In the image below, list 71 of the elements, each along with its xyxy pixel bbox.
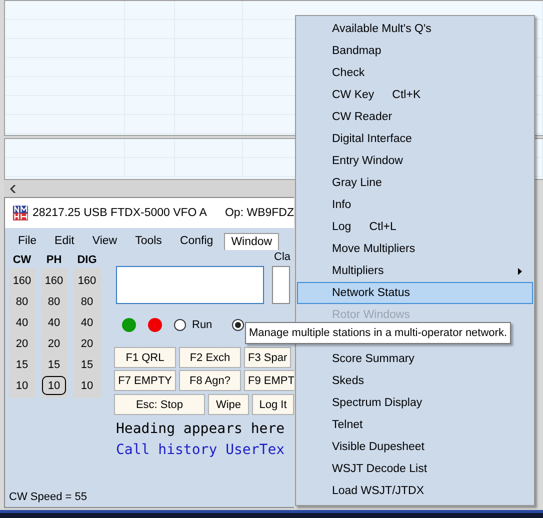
band-button[interactable]: 160 [10,270,34,291]
heading-text: Heading appears here [116,421,286,437]
radio-button[interactable] [174,319,186,331]
menu-item[interactable]: Load WSJT/JTDX [297,480,533,502]
scroll-left-icon[interactable] [10,184,16,192]
menu-item[interactable]: Config [172,232,220,250]
function-key-button[interactable]: Log It [252,394,294,415]
menu-item[interactable]: Network Status [297,282,533,304]
menu-item[interactable]: Multipliers [297,260,533,282]
logo-icon [13,205,28,221]
function-key-button[interactable]: F8 Agn? [179,370,241,391]
menu-item[interactable]: Tools [128,232,169,250]
band-button[interactable]: 80 [75,291,99,312]
band-button[interactable]: 160 [75,270,99,291]
band-button[interactable]: 10 [42,376,66,395]
menu-item[interactable]: Info [297,194,533,216]
band-column-header: DIG [77,254,97,268]
function-key-button[interactable]: F3 Spar [244,347,292,368]
band-button[interactable]: 40 [75,312,99,333]
band-button[interactable]: 80 [10,291,34,312]
band-button[interactable]: 20 [42,333,66,354]
function-key-button[interactable]: Wipe [208,394,249,415]
band-button[interactable]: 40 [10,312,34,333]
menu-item[interactable]: Bandmap [297,40,533,62]
band-button[interactable]: 10 [10,375,34,396]
menu-item[interactable]: Edit [48,232,82,250]
band-button[interactable]: 15 [75,354,99,375]
menu-item[interactable]: CW Key Ctl+K [297,84,533,106]
status-text: CW Speed = 55 [8,491,88,505]
menu-item[interactable]: Gray Line [297,172,533,194]
menu-item[interactable]: Score Summary [297,348,533,370]
radio-label: Run [192,319,212,331]
band-column-header: CW [12,254,32,268]
menu-item[interactable]: Window [224,233,280,250]
class-field[interactable] [272,266,290,304]
menu-item[interactable]: Skeds [297,370,533,392]
band-button[interactable]: 15 [10,354,34,375]
callsign-field[interactable] [116,266,264,304]
call-history-text: Call history UserTex [116,442,286,458]
menu-item[interactable]: Digital Interface [297,128,533,150]
menu-item[interactable]: Log Ctl+L [297,216,533,238]
menu-item[interactable]: Spectrum Display [297,392,533,414]
operator-label: Op: WB9FDZ [224,207,294,219]
menu-item[interactable]: WSJT Decode List [297,458,533,480]
menu-item[interactable]: Check [297,62,533,84]
function-key-button[interactable]: F2 Exch [179,347,241,368]
scrollbar[interactable] [4,180,295,197]
band-button[interactable]: 40 [42,312,66,333]
band-column-header: PH [46,254,62,268]
band-button[interactable]: 20 [75,333,99,354]
menu-item[interactable]: Move Multipliers [297,238,533,260]
function-key-button[interactable]: F9 EMPT [244,370,294,391]
radio-button[interactable] [232,319,244,331]
menu-item[interactable]: Available Mult's Q's [297,18,533,40]
menu-item[interactable]: View [85,232,124,250]
menu-item[interactable]: Visible Dupesheet [297,436,533,458]
menu-item[interactable]: Entry Window [297,150,533,172]
menu-item[interactable]: File [11,232,44,250]
window-title: 28217.25 USB FTDX-5000 VFO A [32,207,207,219]
tooltip: Manage multiple stations in a multi-operator network. [245,322,512,344]
class-label: Cla [274,251,291,263]
function-key-button[interactable]: Esc: Stop [114,394,205,415]
function-key-button[interactable]: F7 EMPTY [114,370,176,391]
band-button[interactable]: 80 [42,291,66,312]
band-button[interactable]: 15 [42,354,66,375]
band-button[interactable]: 160 [42,270,66,291]
band-button[interactable]: 20 [10,333,34,354]
menu-item[interactable]: CW Reader [297,106,533,128]
band-button[interactable]: 10 [75,375,99,396]
menu-item[interactable]: Telnet [297,414,533,436]
function-key-button[interactable]: F1 QRL [114,347,176,368]
